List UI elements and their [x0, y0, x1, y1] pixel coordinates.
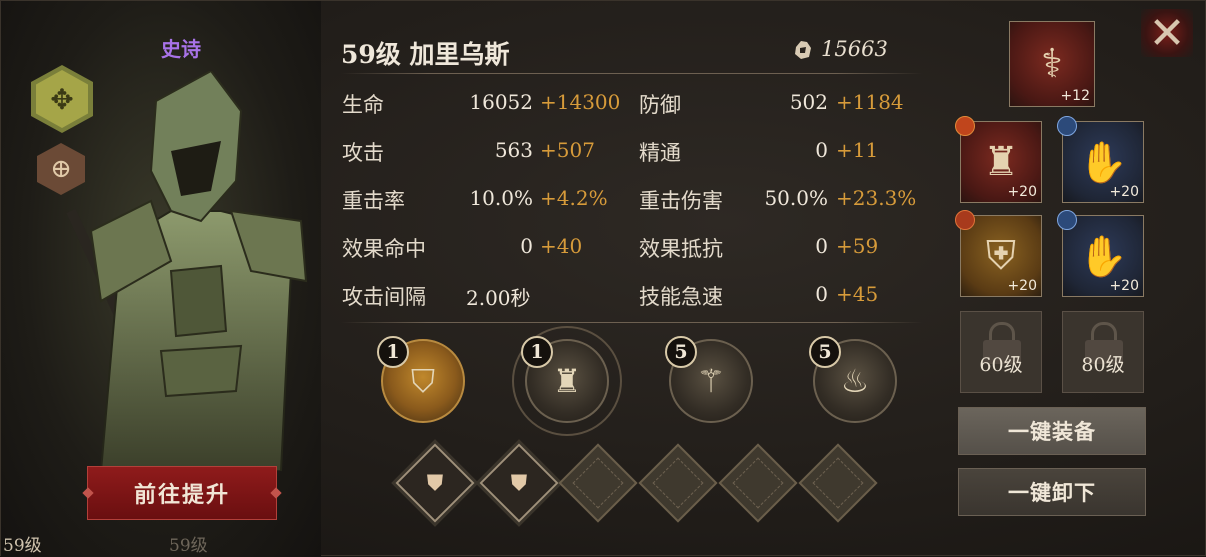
stat-base-value: 563 — [494, 138, 533, 162]
unequip-all-button[interactable]: 一键卸下 — [958, 468, 1146, 516]
skill-level-badge: 1 — [377, 336, 409, 368]
rarity-label: 史诗 — [161, 37, 201, 61]
hero-detail-panel: 史诗 ✥ ⊕ 前往提升 59级 59级 59级 加里乌斯 15663 生命 16… — [0, 0, 1206, 557]
rune-slot-empty[interactable] — [718, 443, 798, 523]
stat-bonus-value: +45 — [836, 282, 879, 306]
enhance-level: +20 — [1007, 184, 1037, 200]
stat-base-value: 502 — [789, 90, 828, 114]
enhance-level: +12 — [1060, 88, 1090, 104]
stat-base-value: 0 — [815, 234, 828, 258]
equip-slot-armor[interactable]: ⛨ +20 — [955, 210, 1042, 297]
stats-divider — [341, 322, 923, 323]
background-level-text: 59级 — [3, 536, 42, 556]
header-divider — [341, 73, 923, 74]
stat-label: 重击伤害 — [639, 189, 723, 213]
equip-all-button[interactable]: 一键装备 — [958, 407, 1146, 455]
go-upgrade-button[interactable]: 前往提升 — [82, 466, 282, 520]
stat-bonus-value: +59 — [836, 234, 879, 258]
stat-base-value: 50.0% — [764, 186, 828, 210]
stat-label: 防御 — [639, 93, 681, 117]
rune-slot-empty[interactable] — [638, 443, 718, 523]
rune-slot-empty[interactable] — [558, 443, 638, 523]
stat-label: 效果命中 — [342, 237, 426, 261]
shield-rune-icon: ⛊ — [426, 470, 444, 496]
stat-bonus-value: +4.2% — [540, 186, 608, 210]
stat-base-value: 0 — [815, 138, 828, 162]
rune-slot[interactable]: ⛊ — [475, 439, 563, 527]
equip-slot-bracer[interactable]: ✋ +20 — [1057, 210, 1144, 297]
locked-slot-80[interactable]: 80级 — [1062, 311, 1144, 393]
locked-slot-60[interactable]: 60级 — [960, 311, 1042, 393]
stat-bonus-value: +23.3% — [836, 186, 917, 210]
stat-bonus-value: +1184 — [836, 90, 904, 114]
stat-label: 技能急速 — [639, 285, 723, 309]
combat-power-value: 15663 — [821, 37, 888, 61]
button-edge-ornament — [270, 487, 282, 499]
enhance-level: +20 — [1109, 184, 1139, 200]
stat-base-value: 16052 — [469, 90, 533, 114]
hero-character-image — [66, 71, 308, 471]
stat-bonus-value: +11 — [836, 138, 879, 162]
character-portrait-area: 史诗 ✥ ⊕ 前往提升 59级 59级 — [1, 1, 321, 557]
stat-base-value: 0 — [815, 282, 828, 306]
stat-label: 精通 — [639, 141, 681, 165]
skill-level-badge: 5 — [665, 336, 697, 368]
equip-slot-helmet[interactable]: ♜ +20 — [955, 116, 1042, 203]
unlock-level-label: 60级 — [979, 354, 1023, 376]
stat-label: 攻击 — [342, 141, 384, 165]
skill-level-badge: 1 — [521, 336, 553, 368]
unlock-level-label: 80级 — [1081, 354, 1125, 376]
shield-rune-icon: ⛊ — [510, 470, 528, 496]
stat-base-value: 2.00秒 — [466, 286, 531, 310]
rune-slot[interactable]: ⛊ — [391, 439, 479, 527]
stat-bonus-value: +40 — [540, 234, 583, 258]
enhance-level: +20 — [1007, 278, 1037, 294]
stat-label: 攻击间隔 — [342, 285, 426, 309]
enhance-level: +20 — [1109, 278, 1139, 294]
equip-all-label: 一键装备 — [1008, 419, 1096, 444]
stat-label: 效果抵抗 — [639, 237, 723, 261]
unequip-all-label: 一键卸下 — [1008, 480, 1096, 505]
rune-slot-empty[interactable] — [798, 443, 878, 523]
go-upgrade-label: 前往提升 — [133, 482, 230, 508]
stat-label: 生命 — [342, 93, 384, 117]
hero-name-level: 59级 加里乌斯 — [341, 40, 510, 69]
equip-slot-weapon[interactable]: ⚕ +12 — [1009, 21, 1095, 107]
stat-label: 重击率 — [342, 189, 405, 213]
equip-slot-gauntlet[interactable]: ✋ +20 — [1057, 116, 1144, 203]
combat-power-icon — [795, 41, 811, 59]
background-level-text: 59级 — [169, 536, 208, 556]
skill-level-badge: 5 — [809, 336, 841, 368]
stat-base-value: 0 — [520, 234, 533, 258]
stat-bonus-value: +507 — [540, 138, 595, 162]
close-icon[interactable]: ✕ — [1141, 8, 1193, 59]
stat-bonus-value: +14300 — [540, 90, 621, 114]
stat-base-value: 10.0% — [469, 186, 533, 210]
button-edge-ornament — [82, 487, 94, 499]
